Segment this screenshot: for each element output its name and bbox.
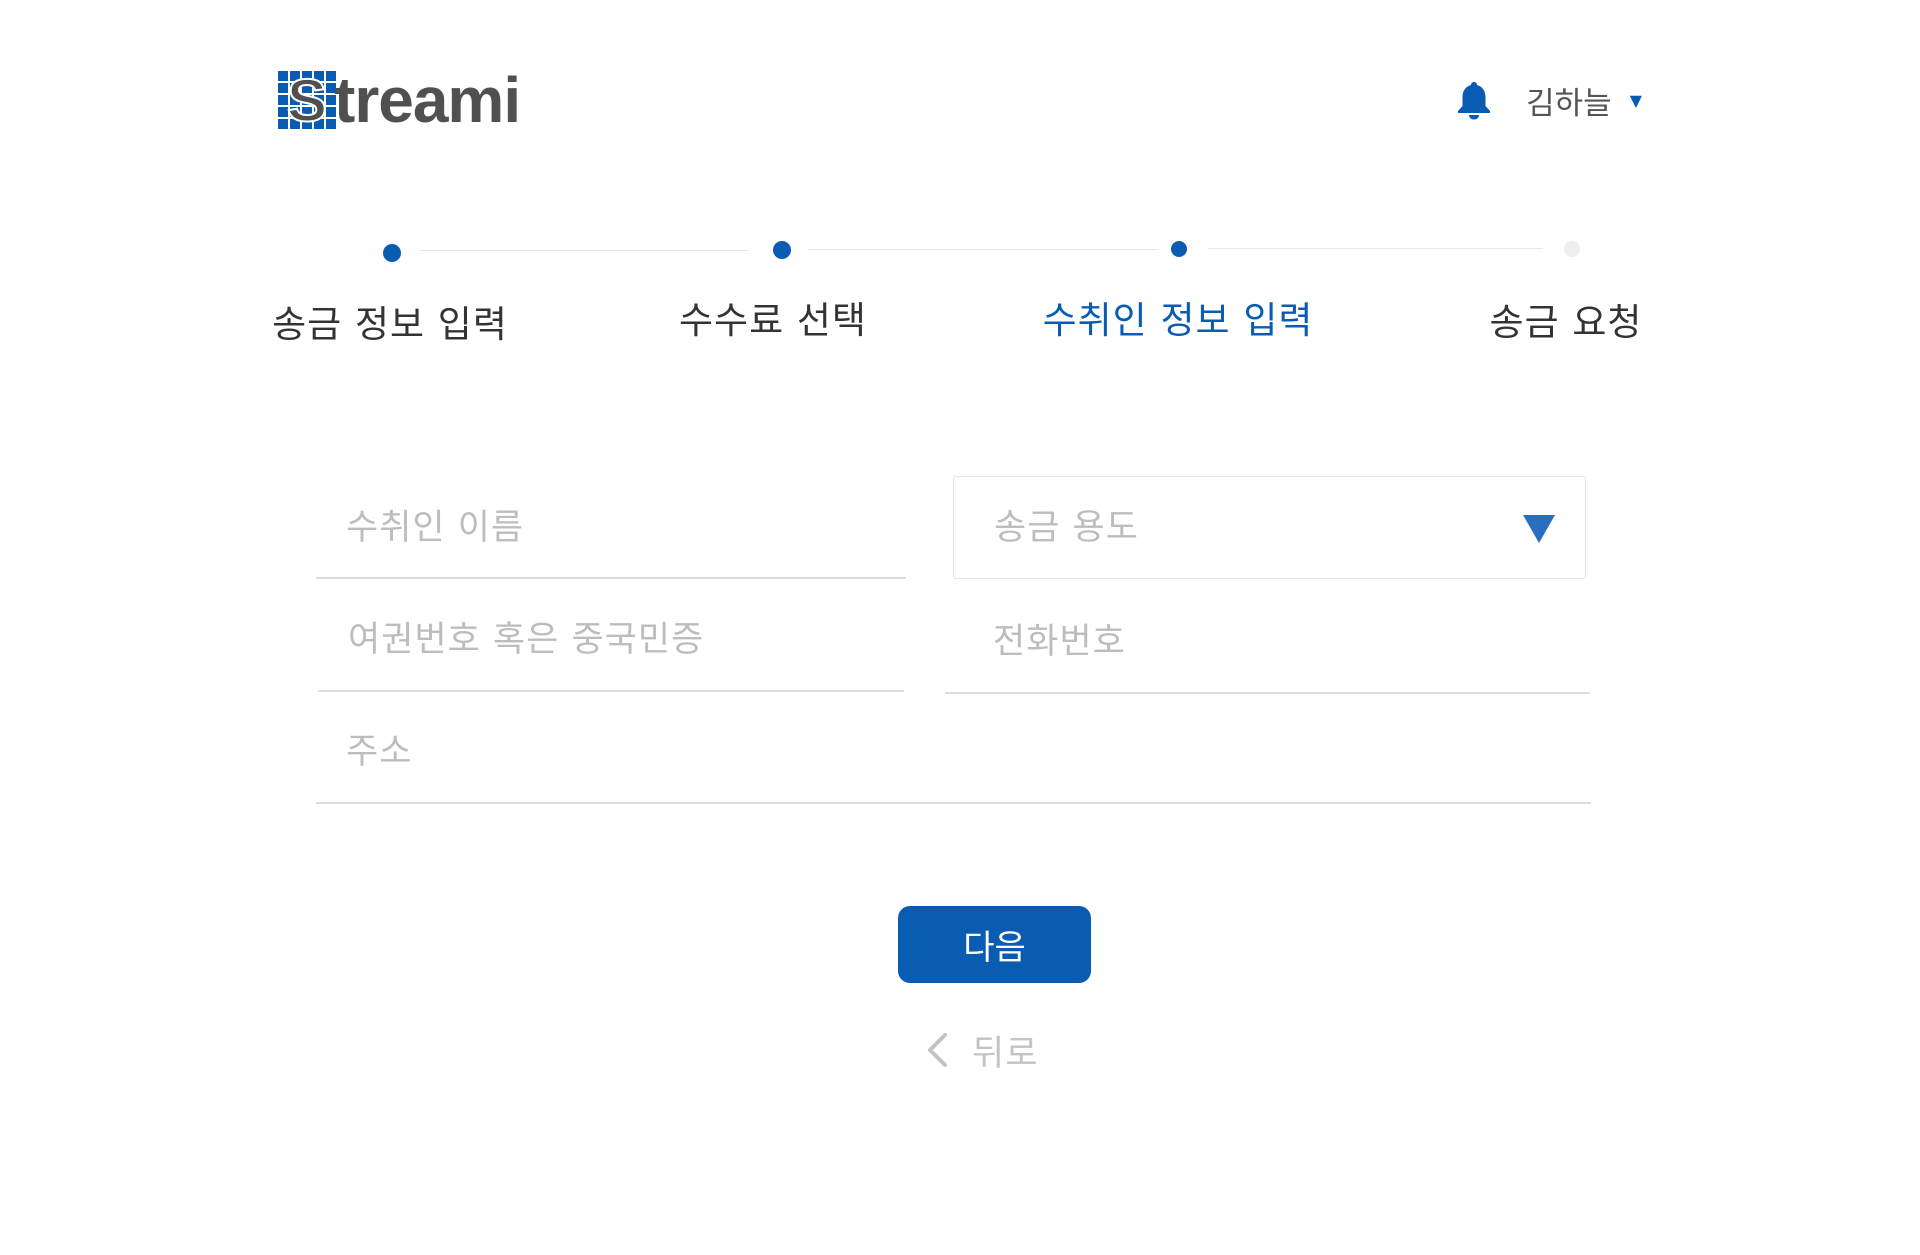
phone-input[interactable] xyxy=(945,592,1590,692)
address-field xyxy=(316,702,1591,804)
step-label-1: 송금 정보 입력 xyxy=(272,303,508,346)
step-connector xyxy=(1208,248,1543,249)
step-connector xyxy=(808,249,1158,250)
recipient-name-input[interactable] xyxy=(316,478,906,577)
step-label-4: 송금 요청 xyxy=(1489,301,1643,344)
next-button[interactable]: 다음 xyxy=(898,906,1091,983)
passport-input[interactable] xyxy=(318,590,904,690)
step-dot-1 xyxy=(383,244,401,262)
step-dot-3 xyxy=(1171,241,1187,257)
passport-field xyxy=(318,590,904,692)
dropdown-arrow-icon xyxy=(1523,515,1555,543)
phone-field xyxy=(945,592,1590,694)
back-label: 뒤로 xyxy=(972,1033,1039,1074)
progress-stepper: 송금 정보 입력 수수료 선택 수취인 정보 입력 송금 요청 xyxy=(0,0,1920,360)
step-label-2: 수수료 선택 xyxy=(679,299,867,342)
address-input[interactable] xyxy=(316,702,1591,802)
step-connector xyxy=(420,250,748,251)
recipient-name-field xyxy=(316,478,906,579)
step-label-3: 수취인 정보 입력 xyxy=(1042,299,1314,342)
back-link[interactable]: 뒤로 xyxy=(926,1020,1038,1080)
purpose-select-placeholder: 송금 용도 xyxy=(994,508,1139,548)
purpose-select[interactable]: 송금 용도 xyxy=(953,476,1586,579)
step-dot-4 xyxy=(1564,241,1580,257)
step-dot-2 xyxy=(773,241,791,259)
chevron-left-icon xyxy=(926,1032,948,1068)
